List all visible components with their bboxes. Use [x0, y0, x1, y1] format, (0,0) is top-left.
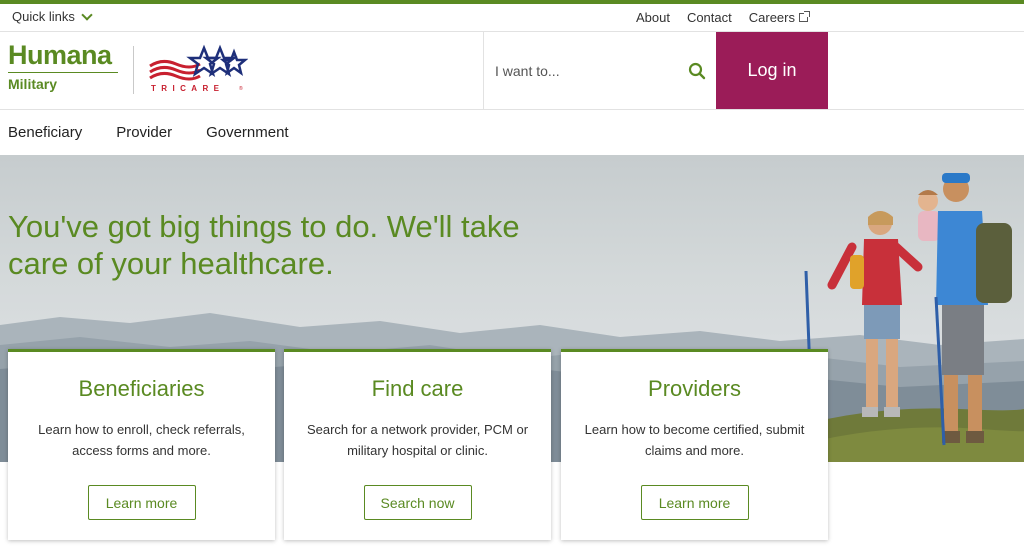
quick-links-menu[interactable]: Quick links — [12, 8, 93, 24]
card-title: Find care — [371, 376, 464, 401]
humana-military-logo[interactable]: Humana Military — [8, 40, 118, 92]
chevron-down-icon — [81, 8, 93, 21]
card-text: Learn how to enroll, check referrals, ac… — [38, 422, 245, 458]
site-header: Humana Military TRICARE ® Log in — [0, 32, 1024, 110]
providers-learn-more-button[interactable]: Learn more — [640, 485, 749, 520]
search-input[interactable] — [484, 32, 684, 109]
search-now-button[interactable]: Search now — [363, 485, 472, 520]
card-text: Search for a network provider, PCM or mi… — [306, 422, 529, 458]
beneficiaries-learn-more-button[interactable]: Learn more — [87, 485, 196, 520]
card-text: Learn how to become certified, submit cl… — [584, 422, 805, 458]
card-beneficiaries: Beneficiaries Learn how to enroll, check… — [8, 349, 275, 540]
brand-sub: Military — [8, 76, 58, 92]
tricare-logo[interactable]: TRICARE ® — [148, 44, 248, 96]
nav-item-government[interactable]: Government — [206, 124, 289, 141]
feature-cards: Beneficiaries Learn how to enroll, check… — [0, 349, 1024, 549]
utility-bar: Quick links About Contact Careers — [0, 4, 1024, 32]
main-nav: Beneficiary Provider Government — [0, 110, 1024, 155]
logo-rule — [8, 72, 118, 73]
quick-links-label: Quick links — [12, 9, 75, 24]
login-button[interactable]: Log in — [716, 32, 828, 109]
utility-links: About Contact Careers — [636, 10, 810, 25]
search-box — [483, 32, 716, 109]
hero-title: You've got big things to do. We'll take … — [8, 209, 520, 281]
careers-link[interactable]: Careers — [748, 10, 810, 25]
logo-divider — [133, 46, 134, 94]
card-title: Beneficiaries — [78, 376, 205, 401]
tricare-registered-mark: ® — [239, 85, 243, 92]
card-find-care: Find care Search for a network provider,… — [284, 349, 551, 540]
brand-name: Humana — [8, 40, 112, 70]
card-providers: Providers Learn how to become certified,… — [561, 349, 828, 540]
nav-item-provider[interactable]: Provider — [116, 124, 172, 141]
contact-link[interactable]: Contact — [687, 10, 732, 25]
nav-item-beneficiary[interactable]: Beneficiary — [8, 124, 82, 141]
card-title: Providers — [648, 376, 741, 401]
tricare-wordmark: TRICARE — [151, 84, 224, 93]
careers-label: Careers — [748, 10, 795, 25]
external-link-icon — [799, 11, 810, 22]
search-icon[interactable] — [688, 62, 706, 80]
about-link[interactable]: About — [636, 10, 670, 25]
